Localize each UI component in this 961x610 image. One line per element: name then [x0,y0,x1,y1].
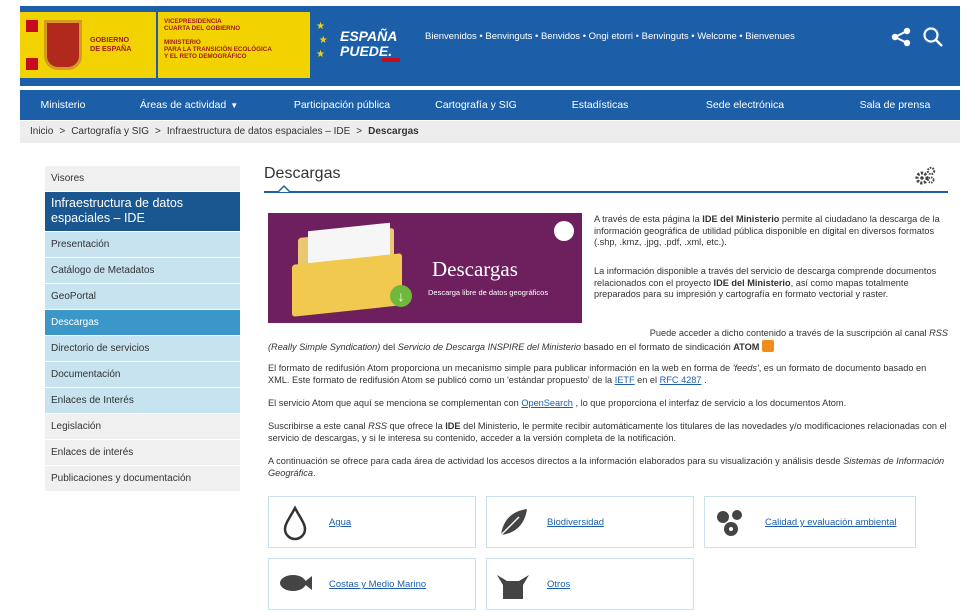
breadcrumb-link[interactable]: Infraestructura de datos espaciales – ID… [167,126,350,137]
globe-icon [554,221,574,241]
topic-card-agua[interactable]: Agua [268,496,476,548]
sidebar-item-geoportal[interactable]: GeoPortal [45,284,240,310]
share-icon[interactable] [890,26,912,48]
descargas-banner: ↓ Descargas Descarga libre de datos geog… [268,213,582,323]
leaf-icon [500,509,527,536]
caret-down-icon: ▼ [230,101,239,110]
topic-label[interactable]: Biodiversidad [547,517,604,528]
water-drop-icon [283,505,307,541]
main-content: Descargas ↓ Descargas Descarga libre de … [264,160,948,610]
nav-item-cartografia[interactable]: Cartografía y SIG [412,90,540,120]
sidebar-item-publicaciones[interactable]: Publicaciones y documentación [45,466,240,492]
sig-paragraph: A continuación se ofrece para cada área … [268,456,945,478]
subscribe-paragraph: Suscribirse a este canal RSS que ofrece … [268,421,947,443]
title-notch [278,184,290,192]
banner-subtitle: Descarga libre de datos geográficos [428,288,549,297]
opensearch-paragraph: El servicio Atom que aquí se menciona se… [268,398,847,408]
nav-item-ministerio[interactable]: Ministerio [20,90,106,120]
sidebar-item-descargas[interactable]: Descargas [45,310,240,336]
breadcrumb-link[interactable]: Cartografía y SIG [71,126,149,137]
nav-item-estadisticas[interactable]: Estadísticas [540,90,660,120]
breadcrumb-separator: > [356,126,363,137]
sidebar-item-presentacion[interactable]: Presentación [45,232,240,258]
nav-label: Sede electrónica [705,99,785,111]
nav-label: Ministerio [40,99,86,111]
nav-item-areas[interactable]: Áreas de actividad ▼ [106,90,272,120]
rss-feed-icon[interactable] [762,340,775,352]
ietf-link[interactable]: IETF [615,375,635,385]
topic-label[interactable]: Otros [547,579,570,590]
sidebar-item-catalogo[interactable]: Catálogo de Metadatos [45,258,240,284]
sidebar-item-directorio[interactable]: Directorio de servicios [45,336,240,362]
nav-label: Cartografía y SIG [435,99,517,111]
atom-paragraph: El formato de redifusión Atom proporcion… [268,363,927,385]
nav-label: Áreas de actividad [139,99,227,111]
coat-of-arms-icon [44,20,82,70]
sidebar: Visores Infraestructura de datos espacia… [45,166,240,492]
nav-item-prensa[interactable]: Sala de prensa [830,90,960,120]
sidebar-item-visores[interactable]: Visores [45,166,240,192]
intro-paragraph: A través de esta página la IDE del Minis… [594,214,940,247]
sidebar-item-enlaces-ide[interactable]: Enlaces de Interés [45,388,240,414]
sidebar-item-documentacion[interactable]: Documentación [45,362,240,388]
main-nav: Ministerio Áreas de actividad ▼ Participa… [20,90,960,120]
opensearch-link[interactable]: OpenSearch [521,398,573,408]
topic-card-otros[interactable]: Otros [486,558,694,610]
nav-label: Participación pública [293,99,391,111]
rfc-4287-link[interactable]: RFC 4287 [660,375,702,385]
nav-item-participacion[interactable]: Participación pública [272,90,412,120]
sidebar-item-enlaces[interactable]: Enlaces de interés [45,440,240,466]
sidebar-item-legislacion[interactable]: Legislación [45,414,240,440]
breadcrumb-separator: > [59,126,66,137]
folder-icon [292,253,402,317]
ministry-line: CUARTA DEL GOBIERNO [164,25,241,32]
gobierno-label: GOBIERNO DE ESPAÑA [90,35,132,53]
topic-card-biodiversidad[interactable]: Biodiversidad [486,496,694,548]
topic-card-calidad[interactable]: Calidad y evaluación ambiental [704,496,916,548]
breadcrumb-separator: > [155,126,161,137]
gear-icon[interactable] [914,166,936,186]
sidebar-item-ide[interactable]: Infraestructura de datos espaciales – ID… [45,192,240,232]
gobierno-de-espana-logo[interactable]: GOBIERNO DE ESPAÑA [20,12,156,78]
welcome-languages[interactable]: Bienvenidos • Benvinguts • Benvidos • On… [425,31,795,42]
breadcrumb-current: Descargas [368,126,419,137]
flowers-icon [717,510,742,536]
search-icon[interactable] [922,26,944,48]
topic-label[interactable]: Calidad y evaluación ambiental [765,517,897,528]
nav-label: Estadísticas [571,99,629,111]
download-icon: ↓ [390,285,412,307]
ministry-line: Y EL RETO DEMOGRÁFICO [164,53,247,60]
fish-icon [280,575,312,591]
topic-card-costas[interactable]: Costas y Medio Marino [268,558,476,610]
rss-paragraph-line2: (Really Simple Syndication) del Servicio… [268,340,948,354]
topic-label[interactable]: Costas y Medio Marino [329,579,426,590]
info-paragraph: La información disponible a través del s… [594,266,937,299]
breadcrumb: Inicio > Cartografía y SIG > Infraestructura… [20,121,960,143]
banner-title: Descargas [432,257,518,281]
topic-label[interactable]: Agua [329,517,351,528]
ministry-logo[interactable]: VICEPRESIDENCIA CUARTA DEL GOBIERNO MINI… [158,12,310,78]
espana-puede-logo[interactable]: ★ ★ ★ ESPAÑA PUEDE. [312,12,408,78]
breadcrumb-link[interactable]: Inicio [30,126,53,137]
nav-label: Sala de prensa [859,99,931,111]
eu-stars-icon: ★ ★ ★ [316,21,328,60]
page-title: Descargas [264,165,341,182]
site-header: GOBIERNO DE ESPAÑA VICEPRESIDENCIA CUART… [20,6,960,86]
rss-paragraph-line1: Puede acceder a dicho contenido a través… [649,328,948,338]
campaign-label: ESPAÑA PUEDE. [340,28,398,59]
title-divider [264,191,948,193]
nav-item-sede[interactable]: Sede electrónica [660,90,830,120]
box-icon [497,575,529,599]
